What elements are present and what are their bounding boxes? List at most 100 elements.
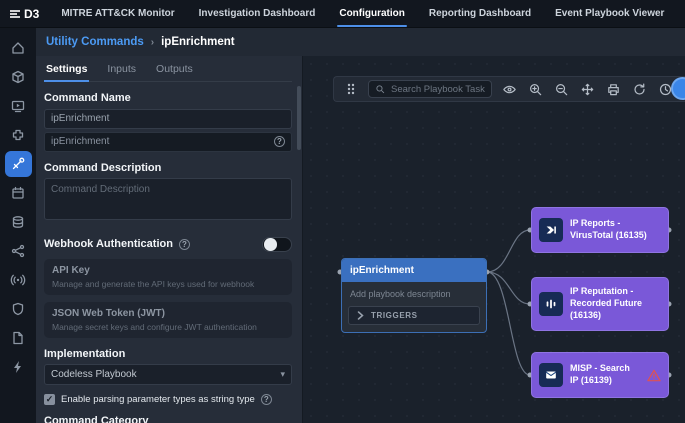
task-node-misp[interactable]: MISP - Search IP (16139) — [531, 352, 669, 398]
root-node-title[interactable]: ipEnrichment — [342, 259, 486, 282]
rail-security[interactable] — [5, 296, 32, 322]
tab-outputs[interactable]: Outputs — [154, 63, 195, 81]
help-icon[interactable] — [261, 394, 272, 405]
printer-icon — [606, 82, 621, 97]
task-title: IP Reports - VirusTotal (16135) — [570, 218, 661, 241]
task-title: MISP - Search IP (16139) — [570, 363, 640, 386]
webhook-auth-toggle[interactable] — [262, 237, 292, 252]
canvas-toolbar — [333, 76, 685, 102]
nav-label: Investigation Dashboard — [199, 8, 316, 19]
move-fit-icon — [580, 82, 595, 97]
breadcrumb-current: ipEnrichment — [161, 36, 234, 48]
triggers-label: TRIGGERS — [371, 311, 418, 320]
shield-icon — [10, 301, 26, 317]
drag-handle-icon — [345, 82, 357, 96]
rail-connections[interactable] — [5, 238, 32, 264]
nav-label: Configuration — [339, 8, 405, 19]
document-icon — [10, 330, 26, 346]
triggers-toggle[interactable]: TRIGGERS — [348, 306, 480, 325]
toolbar-print[interactable] — [601, 79, 625, 99]
rail-integrations[interactable] — [5, 122, 32, 148]
breadcrumb-separator-icon: › — [151, 37, 154, 48]
root-node-description[interactable]: Add playbook description — [342, 282, 486, 304]
command-name-label: Command Name — [44, 92, 292, 104]
top-navigation-bar: D3 MITRE ATT&CK Monitor Investigation Da… — [0, 0, 685, 28]
playbook-root-node[interactable]: ipEnrichment Add playbook description TR… — [341, 258, 487, 333]
api-key-description: Manage and generate the API keys used fo… — [52, 279, 284, 289]
rail-monitor[interactable] — [5, 93, 32, 119]
toolbar-fit-screen[interactable] — [575, 79, 599, 99]
toolbar-zoom-out[interactable] — [549, 79, 573, 99]
sidebar-icon-rail — [0, 28, 36, 423]
nav-label: Reporting Dashboard — [429, 8, 531, 19]
recorded-future-icon — [539, 292, 563, 316]
d3-logo[interactable]: D3 — [0, 0, 49, 27]
nav-investigation-dashboard[interactable]: Investigation Dashboard — [187, 0, 328, 27]
parsing-checkbox[interactable] — [44, 394, 55, 405]
form-scrollbar[interactable] — [297, 86, 301, 150]
command-description-input[interactable] — [44, 178, 292, 220]
toolbar-preview[interactable] — [497, 79, 521, 99]
chevron-right-icon — [357, 311, 364, 320]
webhook-auth-label: Webhook Authentication — [44, 238, 173, 250]
toolbar-drag-handle[interactable] — [339, 79, 363, 99]
search-icon — [375, 84, 386, 95]
warning-icon[interactable] — [647, 369, 661, 382]
logo-text: D3 — [24, 7, 39, 21]
eye-icon — [502, 82, 517, 97]
task-node-recorded-future[interactable]: IP Reputation - Recorded Future (16136) — [531, 277, 669, 331]
command-description-label: Command Description — [44, 162, 292, 174]
playbook-canvas[interactable]: ipEnrichment Add playbook description TR… — [302, 56, 685, 423]
rail-schedule[interactable] — [5, 180, 32, 206]
jwt-card[interactable]: JSON Web Token (JWT) Manage secret keys … — [44, 302, 292, 338]
nav-label: MITRE ATT&CK Monitor — [61, 8, 174, 19]
jwt-description: Manage secret keys and configure JWT aut… — [52, 322, 284, 332]
toggle-knob — [264, 238, 277, 251]
parsing-checkbox-label: Enable parsing parameter types as string… — [61, 394, 255, 405]
breadcrumb-parent[interactable]: Utility Commands — [46, 36, 144, 48]
tab-inputs[interactable]: Inputs — [105, 63, 138, 81]
rail-webhooks[interactable] — [5, 267, 32, 293]
virustotal-icon — [539, 218, 563, 242]
nav-event-playbook-viewer[interactable]: Event Playbook Viewer — [543, 0, 676, 27]
rail-utility-commands[interactable] — [5, 151, 32, 177]
database-icon — [10, 214, 26, 230]
nav-mitre-attck-monitor[interactable]: MITRE ATT&CK Monitor — [49, 0, 186, 27]
nav-label: Event Playbook Viewer — [555, 8, 664, 19]
task-search[interactable] — [368, 80, 492, 98]
nav-reporting-dashboard[interactable]: Reporting Dashboard — [417, 0, 543, 27]
implementation-value: Codeless Playbook — [51, 369, 137, 380]
task-node-virustotal[interactable]: IP Reports - VirusTotal (16135) — [531, 207, 669, 253]
task-search-input[interactable] — [391, 84, 485, 95]
command-name-input[interactable] — [44, 109, 292, 129]
help-icon[interactable] — [274, 136, 285, 147]
zoom-out-icon — [554, 82, 569, 97]
panel-tabs: Settings Inputs Outputs — [44, 58, 292, 82]
api-key-card[interactable]: API Key Manage and generate the API keys… — [44, 259, 292, 295]
tab-settings[interactable]: Settings — [44, 63, 89, 81]
refresh-icon — [632, 82, 647, 97]
command-display-name-row[interactable]: ipEnrichment — [44, 132, 292, 152]
puzzle-icon — [10, 127, 26, 143]
rail-automation[interactable] — [5, 354, 32, 380]
rail-home[interactable] — [5, 35, 32, 61]
misp-icon — [539, 363, 563, 387]
nav-configuration[interactable]: Configuration — [327, 0, 417, 27]
help-icon[interactable] — [179, 239, 190, 250]
flow-share-icon — [10, 243, 26, 259]
breadcrumb: Utility Commands › ipEnrichment — [36, 28, 685, 56]
rail-incidents[interactable] — [5, 64, 32, 90]
rail-reports[interactable] — [5, 325, 32, 351]
rail-data[interactable] — [5, 209, 32, 235]
command-category-label: Command Category — [44, 415, 292, 423]
task-title: IP Reputation - Recorded Future (16136) — [570, 286, 661, 321]
lightning-icon — [10, 359, 26, 375]
home-icon — [10, 40, 26, 56]
package-icon — [10, 69, 26, 85]
api-key-title: API Key — [52, 265, 284, 276]
implementation-select[interactable]: Codeless Playbook — [44, 364, 292, 385]
app-window: D3 MITRE ATT&CK Monitor Investigation Da… — [0, 0, 685, 423]
toolbar-refresh[interactable] — [627, 79, 651, 99]
toolbar-zoom-in[interactable] — [523, 79, 547, 99]
calendar-icon — [10, 185, 26, 201]
